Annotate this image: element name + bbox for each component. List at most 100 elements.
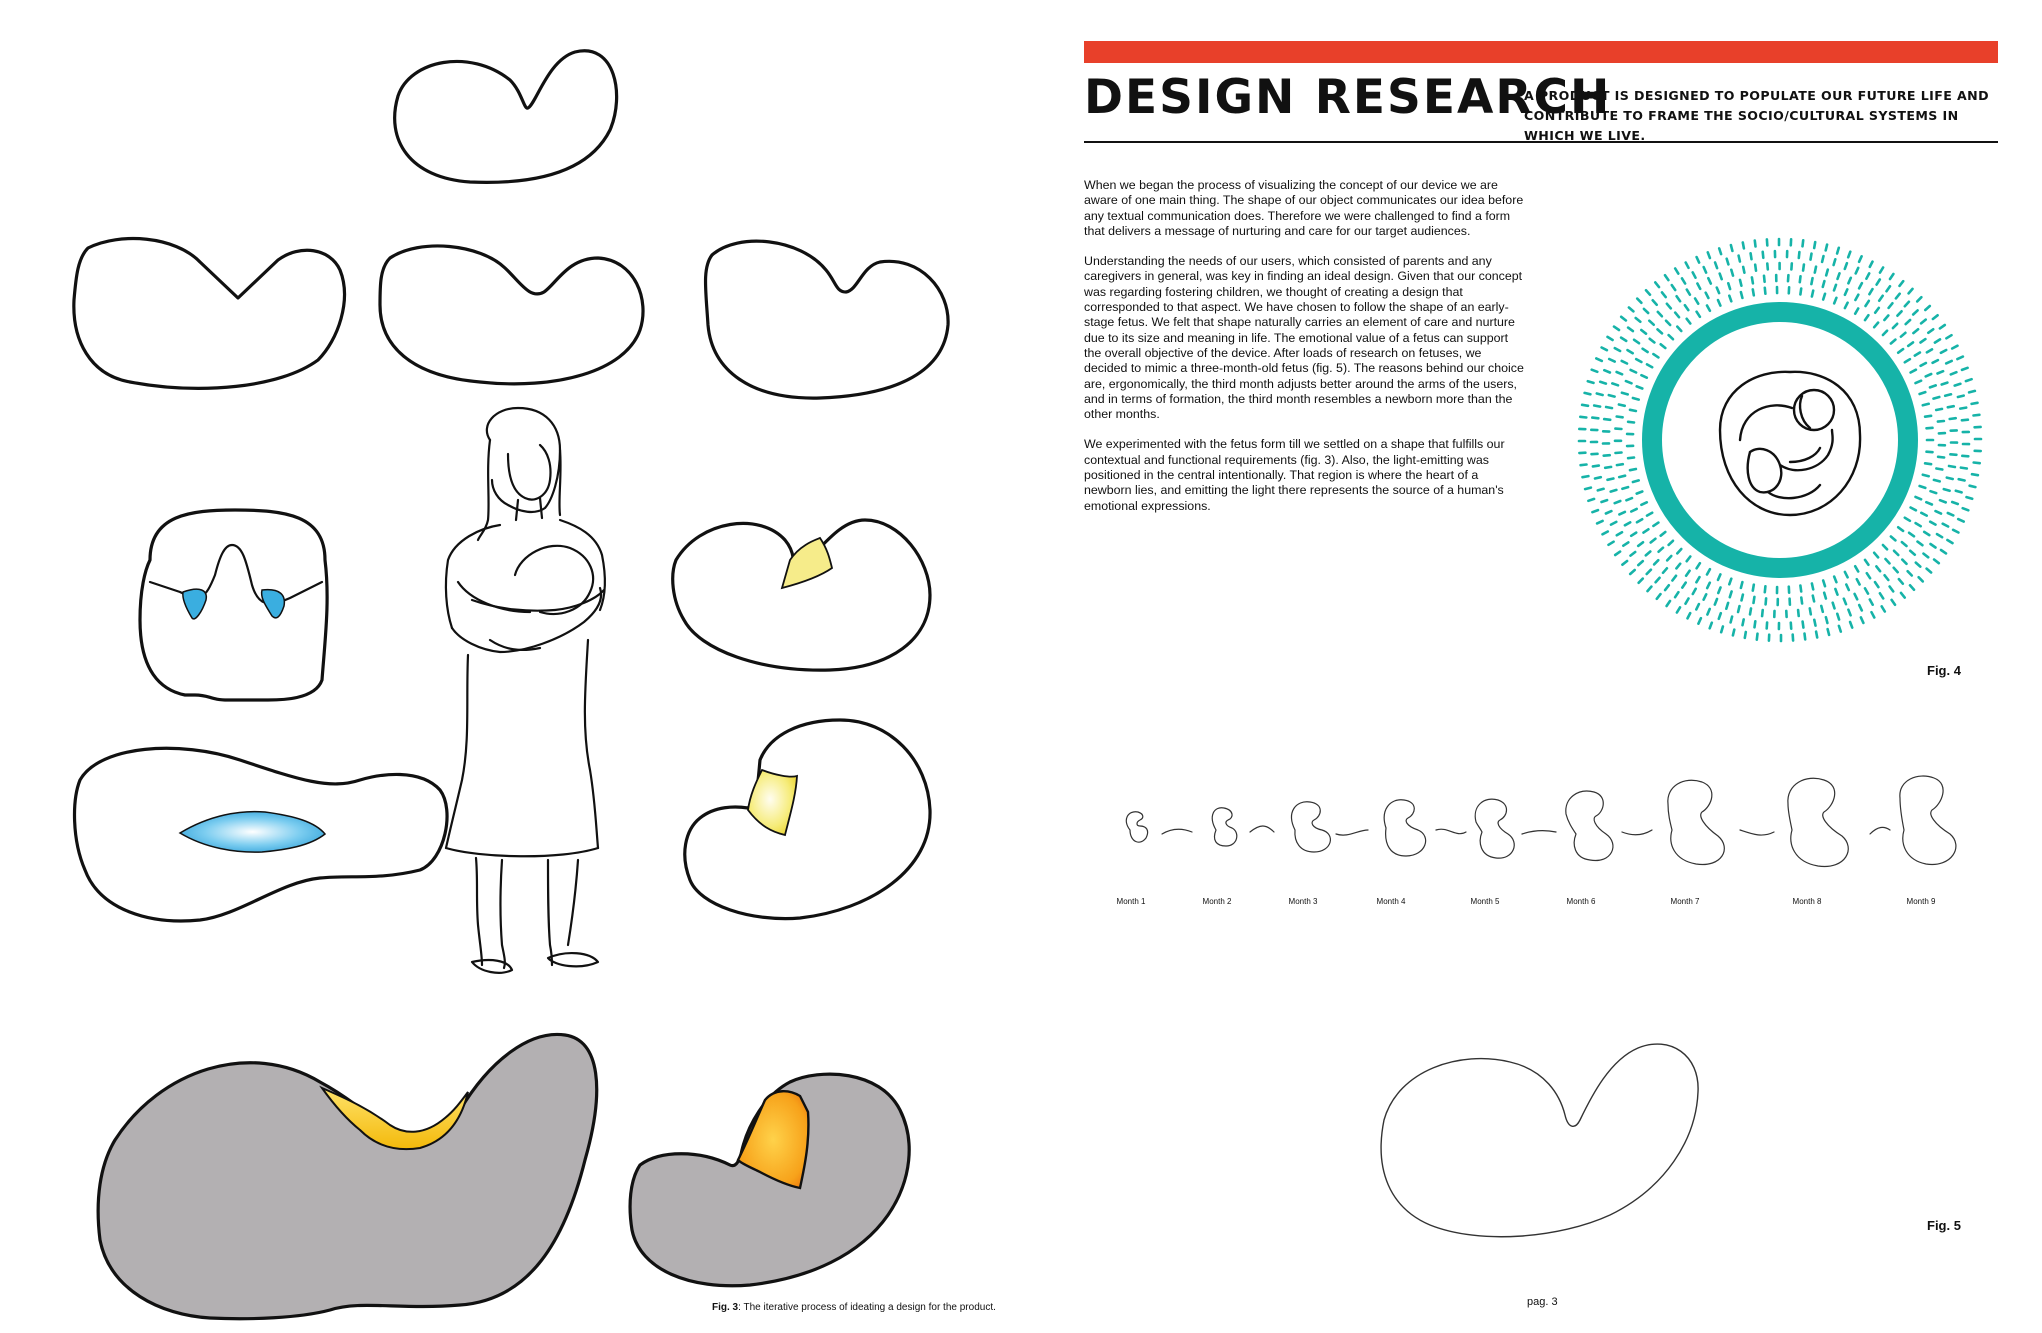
body-text: When we began the process of visualizing… xyxy=(1084,178,1526,529)
curved-arrow-icon xyxy=(1739,829,1775,836)
teal-dot xyxy=(1663,273,1670,282)
teal-dot xyxy=(1953,382,1962,387)
teal-dot xyxy=(1629,531,1638,538)
teal-dot xyxy=(1632,338,1641,345)
teal-dot xyxy=(1945,476,1955,481)
teal-dot xyxy=(1602,417,1612,422)
teal-dot xyxy=(1898,279,1905,288)
teal-dot xyxy=(1959,466,1969,470)
teal-dot xyxy=(1640,373,1649,379)
teal-dot xyxy=(1919,318,1928,325)
teal-dot xyxy=(1717,611,1723,621)
teal-dot xyxy=(1741,618,1745,627)
teal-dot xyxy=(1972,413,1981,417)
teal-dot xyxy=(1620,359,1629,365)
teal-dot xyxy=(1753,619,1757,629)
teal-dot xyxy=(1881,329,1889,337)
teal-dot xyxy=(1808,607,1813,616)
teal-dot xyxy=(1737,254,1742,263)
teal-dot xyxy=(1900,540,1908,548)
teal-dot xyxy=(1702,265,1708,274)
teal-dot xyxy=(1813,265,1818,274)
teal-dot xyxy=(1665,302,1673,310)
teal-dot xyxy=(1706,251,1712,260)
teal-dot xyxy=(1970,401,1979,406)
teal-dot xyxy=(1843,301,1849,310)
teal-dot xyxy=(1656,328,1664,335)
teal-dot xyxy=(1883,314,1890,322)
teal-dot xyxy=(1628,408,1638,413)
teal-dot xyxy=(1603,465,1613,470)
teal-dot xyxy=(1741,241,1746,250)
teal-dot xyxy=(1606,335,1614,342)
teal-dot xyxy=(1695,255,1701,264)
teal-dot xyxy=(1924,500,1934,506)
teal-dot xyxy=(1697,616,1703,626)
teal-dot xyxy=(1887,302,1894,310)
title-divider xyxy=(1084,141,1998,143)
teal-dot xyxy=(1654,281,1661,289)
teal-dot xyxy=(1957,477,1966,482)
teal-dot xyxy=(1764,597,1768,606)
fig3-caption-label: Fig. 3 xyxy=(712,1302,739,1313)
teal-dot xyxy=(1729,243,1734,253)
teal-dot xyxy=(1908,549,1917,557)
sketch-kidney-row2-middle xyxy=(378,244,645,386)
teal-dot xyxy=(1803,632,1807,641)
month-label: Month 5 xyxy=(1470,897,1500,906)
teal-dot xyxy=(1923,462,1933,466)
teal-dot xyxy=(1617,403,1627,408)
teal-dot xyxy=(1613,499,1622,505)
teal-dot xyxy=(1810,582,1815,591)
teal-dot xyxy=(1892,566,1900,574)
fetus-month-progression xyxy=(1125,775,1957,868)
teal-dot xyxy=(1619,315,1628,322)
teal-dot xyxy=(1601,530,1610,536)
teal-dot xyxy=(1894,292,1902,300)
teal-dot xyxy=(1865,272,1871,281)
teal-dot xyxy=(1645,511,1654,517)
teal-dot xyxy=(1919,337,1927,344)
curved-arrow-icon xyxy=(1621,829,1653,836)
teal-dot xyxy=(1693,297,1700,305)
teal-dot xyxy=(1884,557,1891,565)
teal-dot xyxy=(1695,561,1702,570)
teal-dot xyxy=(1612,325,1621,332)
teal-dot xyxy=(1961,506,1970,512)
teal-dot xyxy=(1843,261,1849,271)
teal-dot xyxy=(1870,610,1876,619)
teal-dot xyxy=(1947,464,1957,469)
teal-dot xyxy=(1897,577,1905,586)
teal-dot xyxy=(1940,381,1949,386)
teal-dot xyxy=(1958,406,1968,410)
teal-dot xyxy=(1885,284,1892,293)
teal-dot xyxy=(1943,393,1953,398)
teal-dot xyxy=(1628,568,1636,576)
teal-dot xyxy=(1665,554,1673,562)
teal-dot xyxy=(1739,580,1744,590)
teal-dot xyxy=(1676,325,1683,333)
teal-dot xyxy=(1615,370,1624,376)
teal-dot xyxy=(1583,391,1592,396)
teal-dot xyxy=(1609,520,1618,526)
teal-dot xyxy=(1753,239,1757,248)
teal-dot xyxy=(1946,404,1956,409)
teal-dot xyxy=(1748,607,1753,616)
teal-dot xyxy=(1626,326,1635,333)
teal-dot xyxy=(1913,351,1922,357)
teal-dot xyxy=(1907,287,1914,295)
teal-dot xyxy=(1956,517,1966,523)
teal-dot xyxy=(1928,520,1937,526)
page-number: pag. 3 xyxy=(1527,1296,1558,1308)
teal-dot xyxy=(1642,307,1650,315)
teal-dot xyxy=(1728,294,1733,303)
teal-dot xyxy=(1892,549,1900,557)
teal-dot xyxy=(1661,566,1669,575)
teal-dot xyxy=(1837,624,1843,633)
teal-dot xyxy=(1695,602,1701,611)
month-label: Month 8 xyxy=(1792,897,1822,906)
teal-dot xyxy=(1868,598,1875,607)
teal-dot xyxy=(1671,574,1678,582)
teal-dot xyxy=(1890,598,1897,607)
fig3-caption-text: : The iterative process of ideating a de… xyxy=(738,1302,996,1313)
